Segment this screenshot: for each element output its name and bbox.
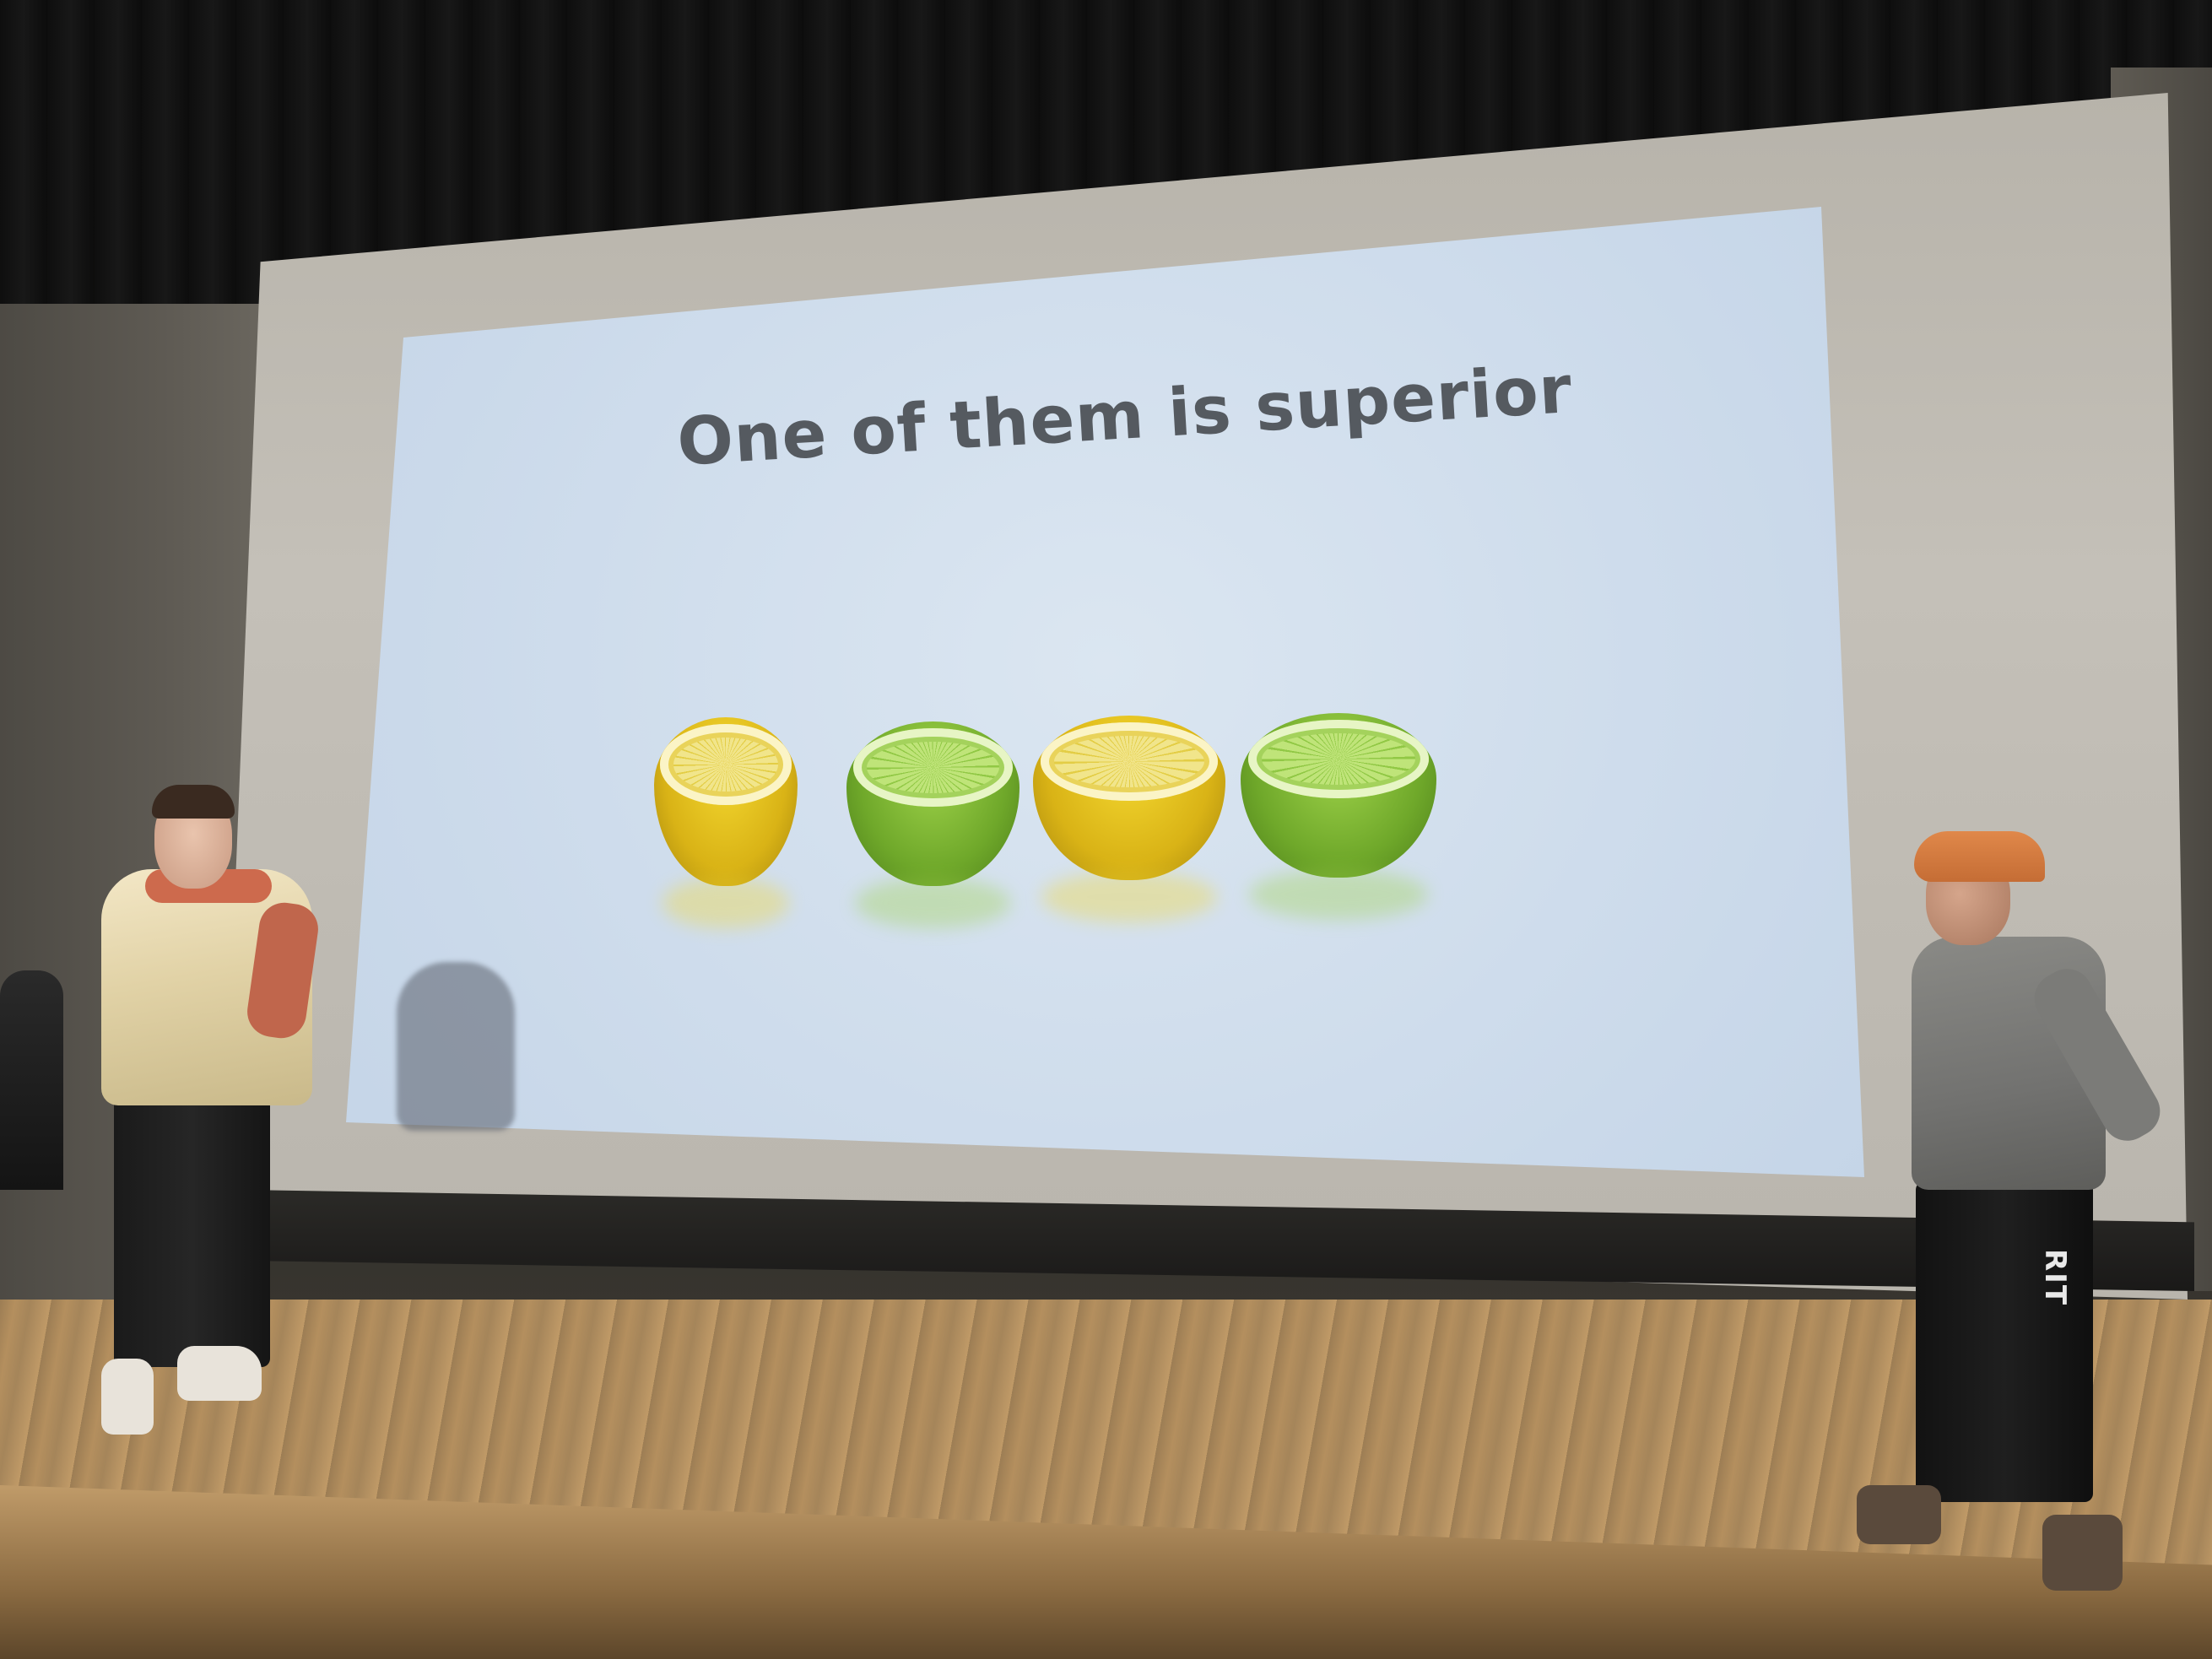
lime-half [1241, 713, 1436, 878]
lime-reflection [1249, 869, 1428, 920]
presenter-right-cap [1914, 831, 2045, 882]
lime-flesh [1248, 719, 1429, 799]
presenter-left-hair [152, 785, 235, 819]
lemon-half [654, 717, 798, 886]
lemon-reflection [663, 878, 789, 928]
lemon-reflection [1041, 872, 1217, 922]
audience-shadow [397, 962, 515, 1131]
presenter-left-shoe [101, 1359, 154, 1435]
presenter-left-shoe [177, 1346, 262, 1401]
lime-flesh [853, 727, 1013, 808]
presenter-right-boot [2042, 1515, 2123, 1591]
lemon-flesh [659, 724, 792, 805]
lemon-flesh [1041, 721, 1218, 802]
pants-logo: RIT [2038, 1249, 2072, 1307]
presenter-left-legs [114, 1097, 270, 1367]
presenter-right-boot [1857, 1485, 1941, 1544]
lemon-half [1033, 716, 1225, 880]
lime-reflection [855, 878, 1011, 928]
presenter-right-pants [1916, 1181, 2093, 1502]
lime-half [846, 721, 1019, 886]
audience-member [0, 970, 63, 1190]
stage-photo: One of them is superior RIT [0, 0, 2212, 1659]
